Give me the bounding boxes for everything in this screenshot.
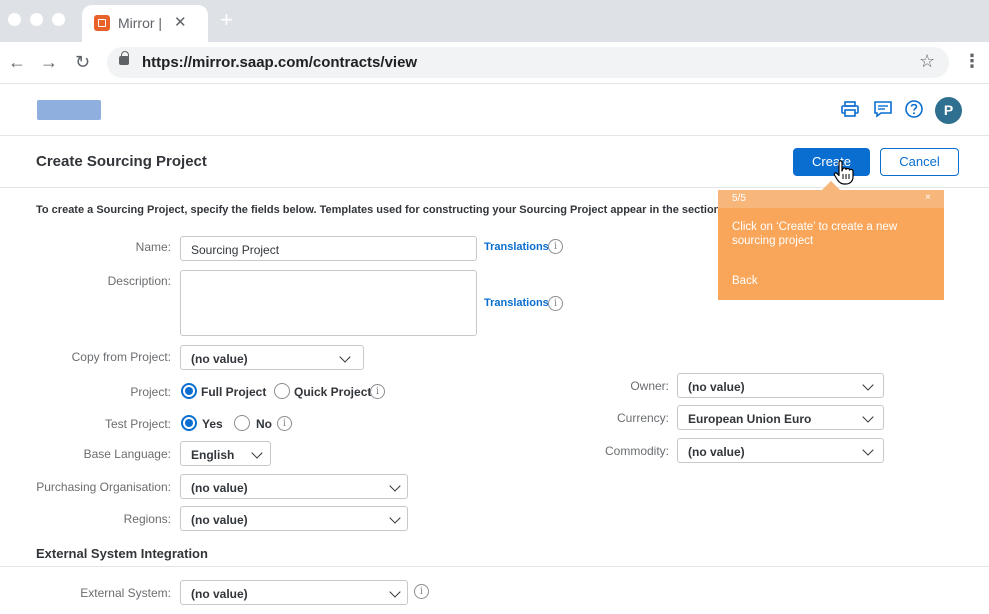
external-system-value: (no value) [191,587,248,601]
base-language-label: Base Language: [83,447,171,461]
description-textarea[interactable] [180,270,477,336]
description-info-icon[interactable]: i [548,296,563,311]
commodity-value: (no value) [688,445,745,459]
coachmark-step: 5/5 [732,193,746,204]
base-language-value: English [191,448,235,462]
tab-close-icon[interactable]: ✕ [174,13,187,31]
purchasing-organisation-select[interactable]: (no value) [180,474,408,499]
favicon-icon [94,15,110,31]
purchasing-organisation-value: (no value) [191,481,248,495]
coachmark-message: Click on ‘Create’ to create a new sourci… [732,221,898,247]
copy-from-project-select[interactable]: (no value) [180,345,364,370]
chevron-down-icon [339,351,351,363]
owner-label: Owner: [630,379,669,393]
chevron-down-icon [862,411,874,423]
coachmark-close-icon[interactable]: × [925,192,931,203]
owner-select[interactable]: (no value) [677,373,884,398]
test-no-label[interactable]: No [256,417,272,431]
chevron-down-icon [862,444,874,456]
name-label: Name: [135,240,171,254]
project-label: Project: [130,385,171,399]
name-translations-link[interactable]: Translations [484,241,549,253]
page-title: Create Sourcing Project [36,153,207,170]
currency-select[interactable]: European Union Euro [677,405,884,430]
test-yes-label[interactable]: Yes [202,417,223,431]
commodity-label: Commodity: [604,444,669,458]
currency-value: European Union Euro [688,412,812,426]
quick-project-radio[interactable] [274,383,290,399]
create-button[interactable]: Create [793,148,870,176]
description-translations-link[interactable]: Translations [484,297,549,309]
copy-from-project-value: (no value) [191,352,248,366]
commodity-select[interactable]: (no value) [677,438,884,463]
reload-icon[interactable]: ↻ [75,52,90,72]
currency-label: Currency: [616,411,669,425]
copy-from-project-label: Copy from Project: [71,350,171,364]
external-system-label: External System: [80,586,171,600]
tab-title: Mirror | [118,15,163,31]
purchasing-organisation-label: Purchasing Organisation: [36,480,171,494]
feedback-icon[interactable] [873,99,893,119]
back-arrow-icon[interactable]: ← [8,52,26,72]
coachmark-arrow [822,181,840,190]
browser-toolbar: ← → ↻ https://mirror.saap.com/contracts/… [0,42,989,84]
description-label: Description: [107,274,171,288]
bookmark-star-icon[interactable]: ☆ [919,51,935,72]
cancel-button[interactable]: Cancel [880,148,959,176]
window-minimize-dot[interactable] [30,13,43,26]
test-no-radio[interactable] [234,415,250,431]
intro-text: To create a Sourcing Project, specify th… [36,204,721,216]
browser-menu-icon[interactable]: ⋮ [963,51,981,71]
base-language-select[interactable]: English [180,441,271,466]
new-tab-icon[interactable]: + [220,9,233,31]
coachmark-popover: 5/5 × Click on ‘Create’ to create a new … [718,190,944,300]
window-maximize-dot[interactable] [52,13,65,26]
section-divider [0,566,989,567]
full-project-label[interactable]: Full Project [201,385,266,399]
test-project-label: Test Project: [104,417,171,431]
external-system-info-icon[interactable]: i [414,584,429,599]
print-icon[interactable] [840,99,860,119]
lock-icon [119,51,129,65]
chevron-down-icon [251,447,263,459]
test-project-info-icon[interactable]: i [277,416,292,431]
coachmark-header: 5/5 × [718,190,944,208]
name-input[interactable]: Sourcing Project [180,236,477,261]
browser-tab-bar: Mirror | ✕ + [0,0,989,42]
chevron-down-icon [389,480,401,492]
chevron-down-icon [862,379,874,391]
quick-project-label[interactable]: Quick Project [294,385,371,399]
forward-arrow-icon[interactable]: → [40,52,58,72]
external-system-select[interactable]: (no value) [180,580,408,605]
address-bar[interactable]: https://mirror.saap.com/contracts/view ☆ [107,47,949,78]
regions-value: (no value) [191,513,248,527]
logo[interactable] [37,100,101,120]
coachmark-back-button[interactable]: Back [732,275,758,287]
name-info-icon[interactable]: i [548,239,563,254]
chevron-down-icon [389,512,401,524]
project-info-icon[interactable]: i [370,384,385,399]
regions-label: Regions: [123,512,171,526]
external-system-section-title: External System Integration [36,546,208,561]
window-close-dot[interactable] [8,13,21,26]
help-icon[interactable] [904,99,924,119]
chevron-down-icon [389,586,401,598]
url-text: https://mirror.saap.com/contracts/view [142,54,418,71]
app-header: P [0,85,989,136]
browser-tab[interactable]: Mirror | ✕ [82,5,208,42]
name-value: Sourcing Project [191,243,280,257]
regions-select[interactable]: (no value) [180,506,408,531]
full-project-radio[interactable] [181,383,197,399]
avatar[interactable]: P [935,97,962,124]
owner-value: (no value) [688,380,745,394]
test-yes-radio[interactable] [181,415,197,431]
